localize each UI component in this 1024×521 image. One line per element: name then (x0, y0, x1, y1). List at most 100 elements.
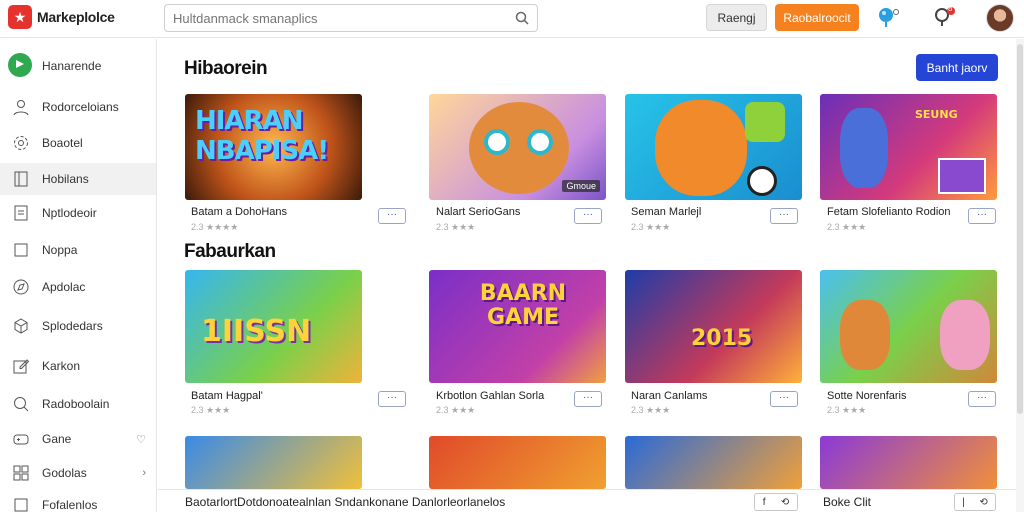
game-rating: 2.3 ★★★ (827, 405, 867, 415)
sidebar-item-home[interactable]: Hanarende (42, 59, 101, 73)
character-bear (840, 300, 890, 370)
game-title[interactable]: Nalart SerioGans (436, 206, 520, 218)
footer-control[interactable]: | ⟲ (954, 493, 996, 511)
sidebar-item-2[interactable]: Boaotel (0, 127, 156, 159)
chevron-right-icon[interactable]: › (142, 467, 146, 479)
sidebar-item-label: Fofalenlos (42, 498, 98, 512)
compass-icon (13, 279, 29, 295)
avatar[interactable] (986, 4, 1014, 32)
game-title[interactable]: Seman Marlejl (631, 206, 701, 218)
game-title[interactable]: Naran Canlams (631, 390, 707, 402)
refresh-icon: ⟲ (780, 496, 790, 508)
game-thumbnail[interactable] (429, 436, 606, 489)
game-thumbnail[interactable]: 2015 (625, 270, 802, 383)
sidebar-item-label: Godolas (42, 466, 87, 480)
game-rating: 2.3 ★★★ (631, 222, 671, 232)
list-icon (14, 498, 28, 512)
more-options-button[interactable]: ··· (574, 208, 602, 224)
game-thumbnail[interactable] (185, 436, 362, 489)
game-thumbnail[interactable]: Gmoue (429, 94, 606, 200)
game-rating: 2.3 ★★★ (631, 405, 671, 415)
game-thumbnail[interactable]: HIARAN NBAPISA! (185, 94, 362, 200)
heart-icon[interactable]: ♡ (136, 433, 146, 446)
more-options-button[interactable]: ··· (378, 391, 406, 407)
more-options-button[interactable]: ··· (574, 391, 602, 407)
sidebar-item-4[interactable]: Nptlodeoir (0, 197, 156, 229)
sidebar-item-10[interactable]: Gane ♡ (0, 423, 156, 455)
more-options-button[interactable]: ··· (968, 208, 996, 224)
footer-control[interactable]: f ⟲ (754, 493, 798, 511)
thumbnail-title-text: 1IISSN (201, 314, 312, 349)
search-input[interactable] (173, 5, 503, 31)
grid-icon (13, 465, 29, 481)
logo-text: Markeplolce (37, 9, 115, 25)
game-title[interactable]: Fetam Slofelianto Rodion (827, 206, 951, 218)
sidebar-item-9[interactable]: Radoboolain (0, 388, 156, 420)
sidebar-item-8[interactable]: Karkon (0, 350, 156, 382)
game-title[interactable]: Batam a DohoHans (191, 206, 287, 218)
footer-control-label: | (962, 496, 965, 508)
game-thumbnail[interactable] (820, 270, 997, 383)
notification-count: 8 (948, 4, 953, 13)
game-thumbnail[interactable] (625, 94, 802, 200)
sidebar-item-1[interactable]: Rodorceloians (0, 91, 156, 123)
game-rating: 2.3 ★★★ (191, 405, 231, 415)
scrollbar-thumb[interactable] (1017, 44, 1023, 414)
secondary-header-button[interactable]: Raengj (706, 4, 767, 31)
ball-icon (747, 166, 777, 196)
game-thumbnail[interactable] (820, 436, 997, 489)
sidebar-item-label: Splodedars (42, 319, 103, 333)
sidebar-item-label: Karkon (42, 359, 81, 373)
game-thumbnail[interactable]: 1IISSN (185, 270, 362, 383)
sidebar-item-label: Gane (42, 432, 72, 446)
search-icon (14, 397, 29, 412)
thumbnail-title-text: SEUNG (915, 108, 958, 121)
primary-header-button[interactable]: Raobalroocit (775, 4, 859, 31)
game-rating: 2.3 ★★★ (827, 222, 867, 232)
sidebar-item-6[interactable]: Apdolac (0, 271, 156, 303)
book-icon (14, 171, 28, 187)
home-play-icon[interactable] (8, 53, 32, 77)
character-bunny (940, 300, 990, 370)
scrollbar[interactable] (1016, 39, 1024, 512)
search-icon[interactable] (515, 11, 529, 25)
more-options-button[interactable]: ··· (770, 391, 798, 407)
sidebar-item-7[interactable]: Splodedars (0, 310, 156, 342)
game-thumbnail[interactable] (625, 436, 802, 489)
sidebar-item-11[interactable]: Godolas › (0, 457, 156, 489)
more-options-button[interactable]: ··· (378, 208, 406, 224)
game-thumbnail[interactable]: SEUNG (820, 94, 997, 200)
game-title[interactable]: Sotte Norenfaris (827, 390, 906, 402)
character-face (469, 102, 569, 194)
footer-text: BaotarlortDotdonoatealnlan Sndankonane D… (185, 495, 506, 509)
footer-control-label: f (762, 496, 766, 508)
top-header: ★ Markeplolce Raengj Raobalroocit 8 (0, 0, 1024, 38)
edit-icon (13, 359, 30, 374)
document-icon (14, 205, 28, 221)
search-box[interactable] (164, 4, 538, 32)
character-eye (484, 129, 510, 155)
sidebar-item-12[interactable]: Fofalenlos (0, 489, 156, 521)
thumbnail-title-text: 2015 (691, 326, 753, 351)
game-thumbnail[interactable]: BAARN GAME (429, 270, 606, 383)
sidebar-item-label: Rodorceloians (42, 100, 119, 114)
more-options-button[interactable]: ··· (770, 208, 798, 224)
sidebar-item-5[interactable]: Noppa (0, 234, 156, 266)
gift-box (938, 158, 986, 194)
thumbnail-title-text: HIARAN NBAPISA! (195, 106, 329, 166)
square-icon (14, 243, 28, 257)
more-options-button[interactable]: ··· (968, 391, 996, 407)
game-title[interactable]: Krbotlon Gahlan Sorla (436, 390, 544, 402)
sidebar-item-3[interactable]: Hobilans (0, 163, 156, 195)
thumbnail-title-text: BAARN GAME (479, 281, 567, 330)
user-icon (13, 100, 29, 116)
section-title-popular: Fabaurkan (184, 241, 276, 262)
gear-icon (14, 136, 28, 150)
logo[interactable]: ★ Markeplolce (8, 5, 115, 29)
game-rating: 2.3 ★★★ (436, 405, 476, 415)
sidebar-item-label: Nptlodeoir (42, 206, 97, 220)
game-title[interactable]: Batam Hagpal' (191, 390, 263, 402)
location-pin-icon[interactable] (876, 6, 900, 28)
game-rating: 2.3 ★★★ (436, 222, 476, 232)
cta-button[interactable]: Banht jaorv (916, 54, 998, 81)
